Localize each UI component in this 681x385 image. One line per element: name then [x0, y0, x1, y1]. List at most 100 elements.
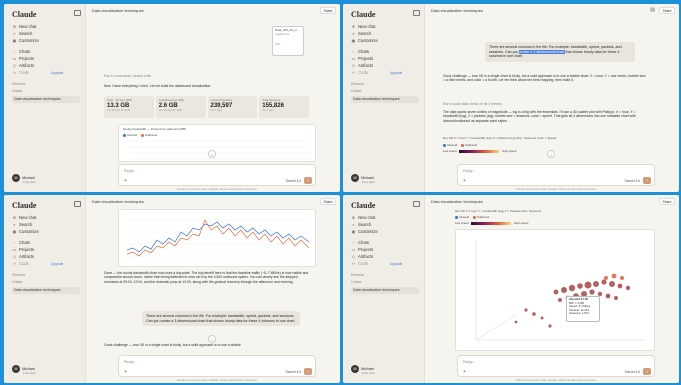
reply-input[interactable]: Reply... — [463, 360, 476, 364]
sidebar-toggle-icon[interactable] — [413, 201, 420, 207]
sidebar-item-chats[interactable]: ◌ Chats — [351, 240, 369, 245]
data-point-tooltip: Inbound 17:00 BW: 7.2 MB Speed: 5.4 Mbps… — [566, 296, 600, 322]
artifacts-icon: ◇ — [351, 254, 356, 259]
sidebar-toggle-icon[interactable] — [74, 10, 81, 16]
sidebar-item-customize[interactable]: ▣ Customize — [12, 229, 39, 234]
sidebar-toggle-icon[interactable] — [74, 201, 81, 207]
add-attachment-icon[interactable]: + — [463, 369, 466, 375]
sidebar-item-artifacts[interactable]: ◇ Artifacts — [351, 254, 373, 259]
model-selector[interactable]: Sonnet 4.6 — [286, 370, 301, 374]
assistant-message: Now I have everything I need. Let me bui… — [104, 84, 212, 88]
add-attachment-icon[interactable]: + — [463, 178, 466, 184]
sidebar: Claude ⊕ New chat ⌕ Search ▣ Customize ◌ Cha… — [4, 4, 86, 192]
share-button[interactable]: Share — [659, 7, 675, 14]
composer[interactable]: Reply... + Sonnet 4.6 ↑ — [118, 355, 316, 377]
sidebar-item-projects[interactable]: ▭ Projects — [351, 247, 374, 252]
sidebar-item-chats[interactable]: ◌ Chats — [351, 49, 369, 54]
sidebar-item-search[interactable]: ⌕ Search — [12, 222, 32, 227]
upgrade-link[interactable]: Upgrade — [390, 262, 402, 266]
metric-card: Total Received (GB) 2.6 GB Nov 30–Dec 06, … — [155, 96, 206, 118]
upgrade-link[interactable]: Upgrade — [51, 262, 63, 266]
projects-icon: ▭ — [12, 247, 17, 252]
sidebar-item-code[interactable]: ‹› Code Upgrade — [12, 70, 63, 76]
chart-controls[interactable]: Rev 5D X = hour Y = bandwidth (log) Z = … — [455, 209, 541, 213]
chart-controls[interactable]: Rev 5D X = hour Y = bandwidth (log) Z = … — [443, 136, 556, 140]
projects-icon: ▭ — [351, 56, 356, 61]
chat-title[interactable]: Data visualization techniques — [431, 8, 483, 13]
document-icon[interactable]: ▤ — [650, 7, 655, 13]
recent-chat-item[interactable]: Data visualization techniques — [351, 96, 419, 103]
tool-activity-note[interactable]: Ran a quick data check on all 4 metrics — [443, 102, 648, 106]
speed-gradient — [459, 149, 500, 153]
sidebar-item-chats[interactable]: ◌ Chats — [12, 49, 30, 54]
recent-chat-item[interactable]: Data visualization techniques — [351, 287, 419, 294]
app-logo: Claude — [12, 10, 37, 19]
sidebar-item-search[interactable]: ⌕ Search — [12, 31, 32, 36]
file-attachment-card[interactable]: Data_WS_15_m... results.csv CSV — [272, 26, 304, 56]
sidebar-item-projects[interactable]: ▭ Projects — [12, 247, 35, 252]
scroll-down-button[interactable]: ↓ — [208, 335, 216, 343]
scroll-down-button[interactable]: ↓ — [208, 150, 216, 158]
customize-icon: ▣ — [12, 229, 17, 234]
composer[interactable]: Reply... + Sonnet 4.6 ↑ — [118, 164, 316, 186]
window-top-left: Claude ⊕ New chat ⌕ Search ▣ Customize ◌ Cha… — [4, 4, 340, 192]
add-attachment-icon[interactable]: + — [124, 369, 127, 375]
sidebar-item-new-chat[interactable]: ⊕ New chat — [351, 215, 376, 220]
sidebar-item-customize[interactable]: ▣ Customize — [351, 38, 378, 43]
sidebar-toggle-icon[interactable] — [413, 10, 420, 16]
sidebar-item-new-chat[interactable]: ⊕ New chat — [12, 215, 37, 220]
scatter-3d-svg — [475, 240, 646, 341]
send-icon[interactable]: ↑ — [643, 368, 651, 375]
bubble-3d-chart[interactable]: Inbound 17:00 BW: 7.2 MB Speed: 5.4 Mbps… — [455, 229, 655, 351]
model-selector[interactable]: Sonnet 4.6 — [625, 179, 640, 183]
sidebar-item-code[interactable]: ‹› Code Upgrade — [351, 70, 402, 76]
sidebar-item-customize[interactable]: ▣ Customize — [12, 38, 39, 43]
search-icon: ⌕ — [13, 31, 16, 36]
upgrade-link[interactable]: Upgrade — [390, 71, 402, 75]
sidebar-item-code[interactable]: ‹› Code Upgrade — [12, 261, 63, 267]
chat-title[interactable]: Data visualization techniques — [92, 8, 144, 13]
disclaimer: Claude is AI and can make mistakes. Plea… — [176, 379, 258, 382]
chat-title[interactable]: Data visualization techniques — [92, 199, 144, 204]
sidebar-item-code[interactable]: ‹› Code Upgrade — [351, 261, 402, 267]
share-button[interactable]: Share — [659, 198, 675, 205]
upgrade-link[interactable]: Upgrade — [51, 71, 63, 75]
sidebar-item-search[interactable]: ⌕ Search — [351, 31, 371, 36]
plus-icon: ⊕ — [351, 215, 356, 220]
sidebar-item-new-chat[interactable]: ⊕ New chat — [12, 24, 37, 29]
sidebar-item-artifacts[interactable]: ◇ Artifacts — [351, 63, 373, 68]
composer[interactable]: Reply... + Sonnet 4.6 ↑ — [457, 355, 655, 377]
sidebar-item-new-chat[interactable]: ⊕ New chat — [351, 24, 376, 29]
chart-title: Hourly bandwidth — inbound vs outbound (… — [123, 127, 187, 131]
unstar-label: Unstar — [351, 89, 362, 93]
sidebar-item-artifacts[interactable]: ◇ Artifacts — [12, 254, 34, 259]
recent-chat-item[interactable]: Data visualization techniques — [12, 287, 80, 294]
sidebar-item-artifacts[interactable]: ◇ Artifacts — [12, 63, 34, 68]
send-icon[interactable]: ↑ — [304, 177, 312, 184]
reply-input[interactable]: Reply... — [463, 169, 476, 173]
sidebar-item-projects[interactable]: ▭ Projects — [12, 56, 35, 61]
sidebar-item-customize[interactable]: ▣ Customize — [351, 229, 378, 234]
send-icon[interactable]: ↑ — [643, 177, 651, 184]
recents-heading: Recents — [351, 273, 365, 277]
reply-input[interactable]: Reply... — [124, 169, 137, 173]
composer[interactable]: Reply... + Sonnet 4.6 ↑ — [457, 164, 655, 186]
chats-icon: ◌ — [13, 49, 16, 54]
share-button[interactable]: Share — [320, 198, 336, 205]
reply-input[interactable]: Reply... — [124, 360, 137, 364]
add-attachment-icon[interactable]: + — [124, 178, 127, 184]
chat-title[interactable]: Data visualization techniques — [431, 199, 483, 204]
share-button[interactable]: Share — [320, 7, 336, 14]
sidebar: Claude ⊕ New chat ⌕ Search ▣ Customize ◌ Cha… — [343, 4, 425, 192]
tool-activity-note[interactable]: Ran 6 commands, viewed a file — [104, 74, 309, 78]
sidebar-item-projects[interactable]: ▭ Projects — [351, 56, 374, 61]
model-selector[interactable]: Sonnet 4.6 — [286, 179, 301, 183]
avatar: M — [12, 174, 20, 182]
chat-header: Data visualization techniques ▤ Share — [425, 4, 679, 16]
sidebar-item-search[interactable]: ⌕ Search — [351, 222, 371, 227]
sidebar-item-chats[interactable]: ◌ Chats — [12, 240, 30, 245]
send-icon[interactable]: ↑ — [304, 368, 312, 375]
model-selector[interactable]: Sonnet 4.6 — [625, 370, 640, 374]
recent-chat-item[interactable]: Data visualization techniques — [12, 96, 80, 103]
scroll-down-button[interactable]: ↓ — [547, 150, 555, 158]
